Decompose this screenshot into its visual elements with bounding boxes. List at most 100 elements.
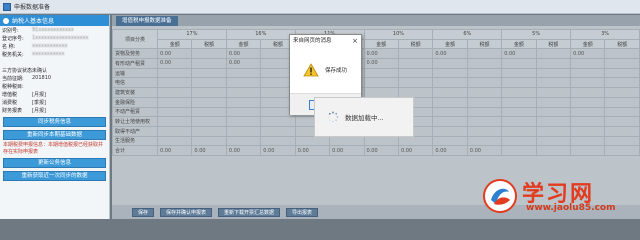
table-cell[interactable]: 0.00: [466, 145, 503, 156]
table-cell[interactable]: [156, 67, 193, 79]
table-cell[interactable]: [397, 135, 434, 147]
table-cell[interactable]: [466, 96, 503, 108]
table-cell[interactable]: [397, 87, 434, 98]
table-cell[interactable]: [604, 135, 640, 147]
table-cell[interactable]: [501, 77, 537, 89]
table-cell[interactable]: [501, 96, 537, 108]
table-cell[interactable]: [225, 125, 262, 137]
table-cell[interactable]: [225, 67, 262, 79]
table-cell[interactable]: [225, 135, 262, 147]
table-cell[interactable]: [501, 106, 537, 118]
table-cell[interactable]: 0.00: [501, 48, 537, 60]
table-cell[interactable]: [432, 77, 468, 89]
table-cell[interactable]: [191, 106, 227, 118]
table-cell[interactable]: [432, 58, 468, 69]
table-cell[interactable]: [156, 135, 193, 147]
table-cell[interactable]: [363, 77, 399, 89]
table-cell[interactable]: [363, 87, 399, 98]
table-cell[interactable]: [466, 106, 503, 118]
table-cell[interactable]: [604, 67, 640, 79]
table-cell[interactable]: [466, 116, 503, 127]
table-cell[interactable]: [432, 116, 468, 127]
table-cell[interactable]: [570, 135, 606, 147]
table-cell[interactable]: 0.00: [156, 58, 193, 69]
table-cell[interactable]: 0.00: [329, 145, 365, 156]
table-cell[interactable]: [329, 135, 365, 147]
table-cell[interactable]: [535, 48, 572, 60]
table-cell[interactable]: [535, 135, 572, 147]
table-cell[interactable]: [260, 135, 296, 147]
table-cell[interactable]: 0.00: [191, 145, 227, 156]
table-cell[interactable]: [535, 87, 572, 98]
table-cell[interactable]: [570, 67, 606, 79]
table-cell[interactable]: 0.00: [363, 145, 399, 156]
table-cell[interactable]: 0.00: [225, 48, 262, 60]
table-cell[interactable]: [535, 125, 572, 137]
table-cell[interactable]: [501, 125, 537, 137]
table-cell[interactable]: [570, 58, 606, 69]
sidebar-button[interactable]: 重新获取近一次同步的数据: [3, 171, 106, 181]
table-cell[interactable]: [570, 106, 606, 118]
table-cell[interactable]: [570, 116, 606, 127]
table-cell[interactable]: [191, 77, 227, 89]
table-cell[interactable]: [466, 125, 503, 137]
table-cell[interactable]: [604, 116, 640, 127]
table-cell[interactable]: [466, 48, 503, 60]
table-cell[interactable]: [397, 77, 434, 89]
table-cell[interactable]: 0.00: [397, 145, 434, 156]
sidebar-button[interactable]: 重新同步本期基础数据: [3, 130, 106, 140]
table-cell[interactable]: [225, 106, 262, 118]
table-cell[interactable]: [535, 58, 572, 69]
table-cell[interactable]: [535, 67, 572, 79]
table-cell[interactable]: 0.00: [363, 58, 399, 69]
table-cell[interactable]: [604, 96, 640, 108]
table-cell[interactable]: [432, 106, 468, 118]
table-cell[interactable]: [604, 77, 640, 89]
table-cell[interactable]: [535, 96, 572, 108]
table-cell[interactable]: [225, 96, 262, 108]
table-cell[interactable]: [156, 106, 193, 118]
table-cell[interactable]: [535, 145, 572, 156]
table-cell[interactable]: [156, 96, 193, 108]
table-cell[interactable]: 0.00: [570, 48, 606, 60]
table-cell[interactable]: [570, 96, 606, 108]
table-cell[interactable]: [535, 116, 572, 127]
table-cell[interactable]: [570, 77, 606, 89]
table-cell[interactable]: [432, 67, 468, 79]
table-cell[interactable]: [466, 135, 503, 147]
table-cell[interactable]: [191, 135, 227, 147]
toolbar-button[interactable]: 保存并确认申报表: [160, 207, 213, 217]
sidebar-button[interactable]: 同步税务信息: [3, 117, 106, 127]
table-cell[interactable]: [501, 87, 537, 98]
table-cell[interactable]: [432, 125, 468, 137]
table-cell[interactable]: 0.00: [363, 48, 399, 60]
tab-vat-data-prep[interactable]: 增值税申报数据准备: [116, 16, 178, 26]
table-cell[interactable]: [294, 135, 331, 147]
table-cell[interactable]: [156, 77, 193, 89]
table-cell[interactable]: [225, 77, 262, 89]
table-cell[interactable]: [466, 67, 503, 79]
table-cell[interactable]: [191, 87, 227, 98]
table-cell[interactable]: [156, 87, 193, 98]
table-cell[interactable]: 0.00: [294, 145, 331, 156]
toolbar-button[interactable]: 重新下载开票汇总数据: [218, 207, 281, 217]
table-cell[interactable]: [260, 125, 296, 137]
table-cell[interactable]: [570, 87, 606, 98]
table-cell[interactable]: [432, 96, 468, 108]
table-cell[interactable]: [501, 58, 537, 69]
table-cell[interactable]: [191, 58, 227, 69]
table-cell[interactable]: [466, 77, 503, 89]
table-cell[interactable]: [466, 58, 503, 69]
table-cell[interactable]: [501, 145, 537, 156]
table-cell[interactable]: [191, 125, 227, 137]
table-cell[interactable]: [604, 125, 640, 137]
toolbar-button[interactable]: 保存: [132, 207, 155, 217]
table-cell[interactable]: [156, 116, 193, 127]
table-cell[interactable]: [466, 87, 503, 98]
table-cell[interactable]: [570, 145, 606, 156]
table-cell[interactable]: [363, 135, 399, 147]
table-cell[interactable]: [604, 145, 640, 156]
table-cell[interactable]: 0.00: [225, 58, 262, 69]
table-cell[interactable]: [604, 87, 640, 98]
table-cell[interactable]: [397, 48, 434, 60]
